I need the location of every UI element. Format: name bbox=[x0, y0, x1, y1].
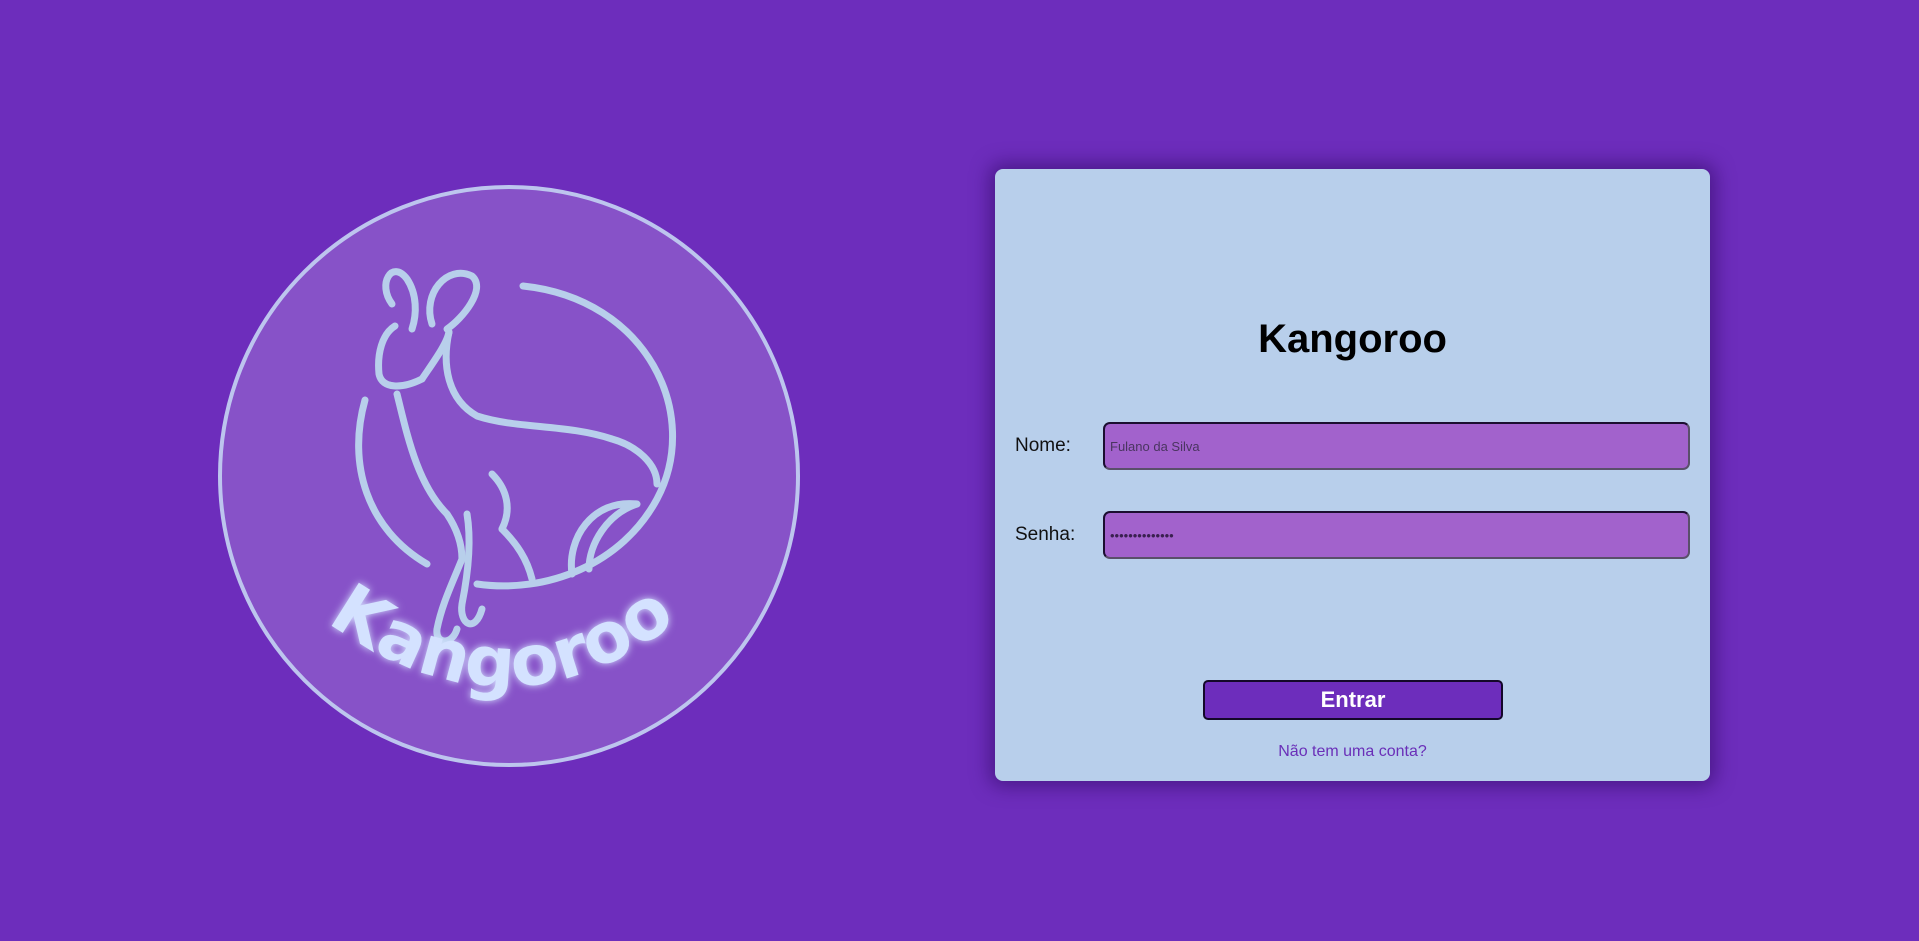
name-row: Nome: bbox=[1015, 422, 1690, 470]
enter-button[interactable]: Entrar bbox=[1203, 680, 1503, 720]
signup-link[interactable]: Não tem uma conta? bbox=[995, 743, 1710, 761]
kangaroo-icon: Kangoroo bbox=[218, 185, 800, 767]
password-label: Senha: bbox=[1015, 524, 1076, 545]
password-row: Senha: bbox=[1015, 511, 1690, 559]
name-field[interactable] bbox=[1103, 422, 1690, 470]
kangoroo-logo: Kangoroo bbox=[217, 184, 801, 768]
password-field[interactable] bbox=[1103, 511, 1690, 559]
name-label: Nome: bbox=[1015, 435, 1071, 456]
page-title: Kangoroo bbox=[1258, 317, 1447, 361]
login-card: Kangoroo Nome: Senha: Entrar Não tem uma… bbox=[995, 169, 1710, 781]
